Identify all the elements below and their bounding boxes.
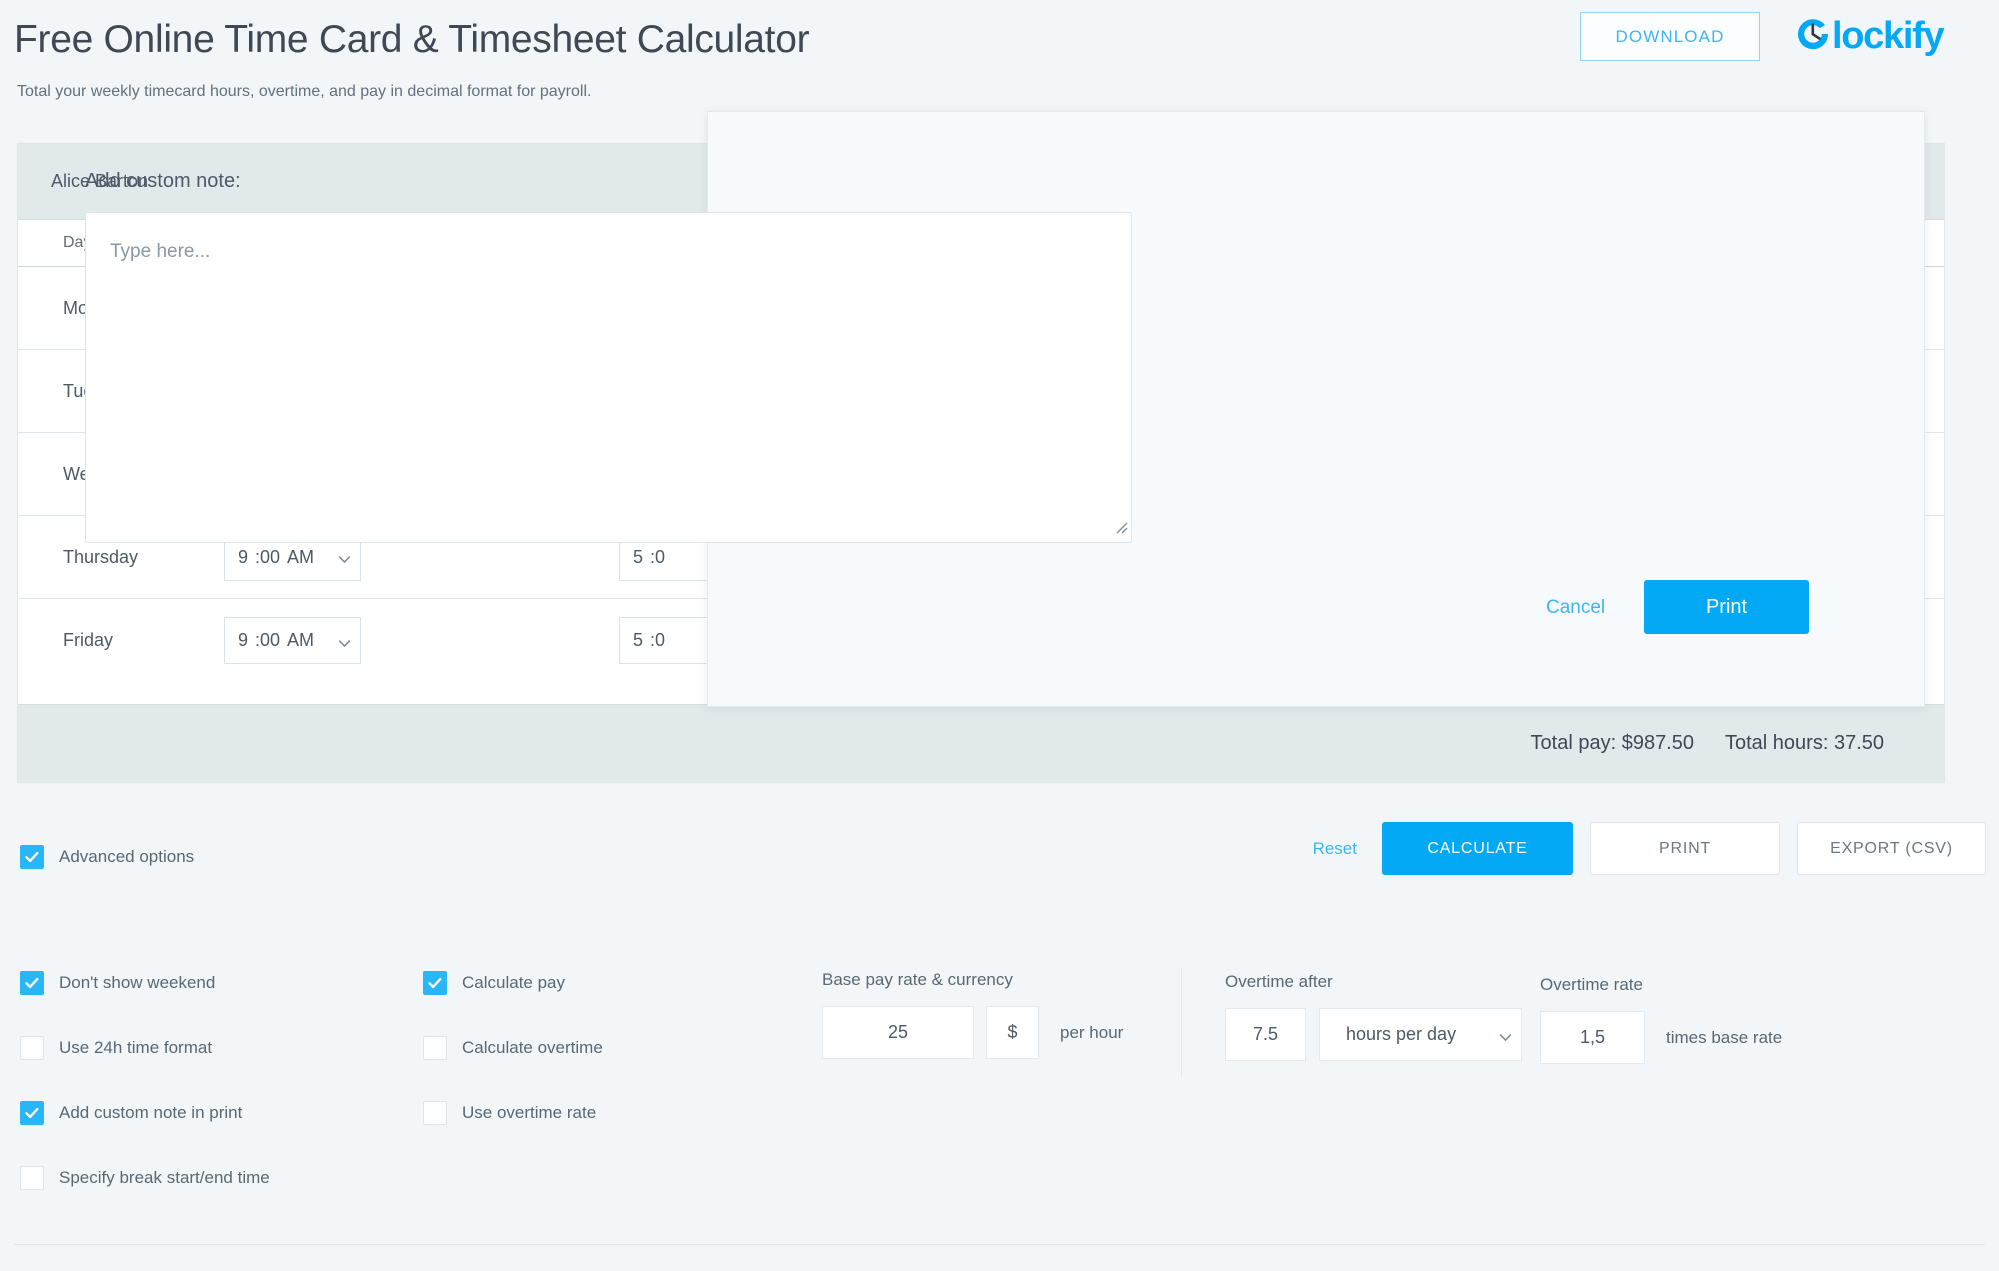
row-start-cell: 9 :00 AM: [224, 617, 619, 664]
advanced-options-label: Advanced options: [59, 847, 195, 866]
display-checkbox-label-3: Specify break start/end time: [59, 1168, 270, 1187]
base-pay-group: Base pay rate & currency 25 $ per hour: [822, 970, 1123, 1059]
resize-handle[interactable]: [1113, 519, 1128, 539]
chevron-down-icon: [338, 553, 351, 564]
display-option-row[interactable]: Don't show weekend: [20, 970, 270, 996]
pay-checkbox-label-1: Calculate overtime: [462, 1038, 603, 1057]
overtime-rate-group: Overtime rate 1,5 times base rate: [1540, 975, 1782, 1064]
display-checkbox-1[interactable]: [20, 1036, 44, 1060]
page-root: Free Online Time Card & Timesheet Calcul…: [0, 0, 1999, 1271]
advanced-options-row[interactable]: Advanced options: [20, 845, 194, 869]
display-option-row[interactable]: Specify break start/end time: [20, 1165, 270, 1191]
pay-option-row[interactable]: Use overtime rate: [423, 1100, 603, 1126]
page-title: Free Online Time Card & Timesheet Calcul…: [14, 18, 810, 61]
bottom-divider: [14, 1244, 1985, 1245]
options-column-left: Don't show weekend Use 24h time format Add…: [20, 970, 270, 1230]
display-checkbox-label-0: Don't show weekend: [59, 973, 216, 992]
options-divider: [1181, 968, 1182, 1078]
display-checkbox-0[interactable]: [20, 971, 44, 995]
display-checkbox-2[interactable]: [20, 1101, 44, 1125]
export-csv-button[interactable]: EXPORT (CSV): [1797, 822, 1986, 875]
pay-checkbox-0[interactable]: [423, 971, 447, 995]
overtime-after-label: Overtime after: [1225, 972, 1333, 991]
overtime-unit-select[interactable]: hours per day: [1319, 1008, 1522, 1061]
start-hour: 9: [238, 630, 249, 650]
clockify-clock-icon: [1795, 16, 1831, 57]
base-rate-input[interactable]: 25: [822, 1006, 974, 1059]
overtime-rate-input[interactable]: 1,5: [1540, 1011, 1645, 1064]
options-column-right: Calculate pay Calculate overtime Use overt…: [423, 970, 603, 1165]
per-hour-label: per hour: [1060, 1022, 1124, 1042]
base-pay-label: Base pay rate & currency: [822, 970, 1013, 989]
end-minute: :0: [650, 546, 666, 567]
action-buttons: Reset CALCULATE PRINT EXPORT (CSV): [1313, 822, 1986, 875]
end-minute: :0: [650, 630, 666, 650]
clockify-wordmark: lockify: [1832, 15, 1945, 57]
pay-checkbox-label-0: Calculate pay: [462, 973, 566, 992]
modal-print-button[interactable]: Print: [1644, 580, 1809, 634]
currency-select[interactable]: $: [986, 1006, 1039, 1059]
custom-note-placeholder: Type here...: [110, 241, 211, 262]
custom-note-modal-label: Add custom note:: [85, 170, 241, 192]
overtime-after-group: Overtime after 7.5 hours per day: [1225, 972, 1522, 1061]
download-button[interactable]: DOWNLOAD: [1580, 12, 1760, 61]
total-pay: Total pay: $987.50: [1530, 732, 1694, 754]
modal-cancel-button[interactable]: Cancel: [1546, 597, 1605, 619]
pay-checkbox-2[interactable]: [423, 1101, 447, 1125]
pay-option-row[interactable]: Calculate overtime: [423, 1035, 603, 1061]
times-base-rate-label: times base rate: [1666, 1027, 1783, 1047]
pay-checkbox-1[interactable]: [423, 1036, 447, 1060]
overtime-rate-label: Overtime rate: [1540, 975, 1643, 994]
display-checkbox-label-2: Add custom note in print: [59, 1103, 243, 1122]
display-option-row[interactable]: Use 24h time format: [20, 1035, 270, 1061]
row-day-label: Thursday: [63, 546, 139, 567]
end-hour: 5: [633, 630, 644, 650]
clockify-logo[interactable]: lockify: [1795, 11, 1945, 61]
overtime-unit-value: hours per day: [1346, 1024, 1457, 1044]
display-checkbox-label-1: Use 24h time format: [59, 1038, 213, 1057]
pay-option-row[interactable]: Calculate pay: [423, 970, 603, 996]
row-day-label: Friday: [63, 630, 114, 650]
display-checkbox-3[interactable]: [20, 1166, 44, 1190]
advanced-options-checkbox[interactable]: [20, 845, 44, 869]
end-hour: 5: [633, 546, 644, 567]
chevron-down-icon: [1499, 1031, 1512, 1042]
start-meridiem: AM: [287, 546, 315, 567]
chevron-down-icon: [338, 637, 351, 648]
total-hours: Total hours: 37.50: [1725, 732, 1884, 754]
display-option-row[interactable]: Add custom note in print: [20, 1100, 270, 1126]
custom-note-textarea[interactable]: Type here...: [85, 212, 1132, 543]
calculate-button[interactable]: CALCULATE: [1382, 822, 1573, 875]
start-meridiem: AM: [287, 630, 315, 650]
start-time-select[interactable]: 9 :00 AM: [224, 617, 361, 664]
print-button[interactable]: PRINT: [1590, 822, 1780, 875]
totals-bar: Total pay: $987.50 Total hours: 37.50: [18, 704, 1944, 782]
reset-link[interactable]: Reset: [1313, 839, 1357, 859]
start-minute: :00: [255, 546, 281, 567]
page-subtitle: Total your weekly timecard hours, overti…: [17, 83, 592, 100]
start-minute: :00: [255, 630, 281, 650]
start-hour: 9: [238, 546, 249, 567]
pay-checkbox-label-2: Use overtime rate: [462, 1103, 597, 1122]
overtime-after-input[interactable]: 7.5: [1225, 1008, 1306, 1061]
